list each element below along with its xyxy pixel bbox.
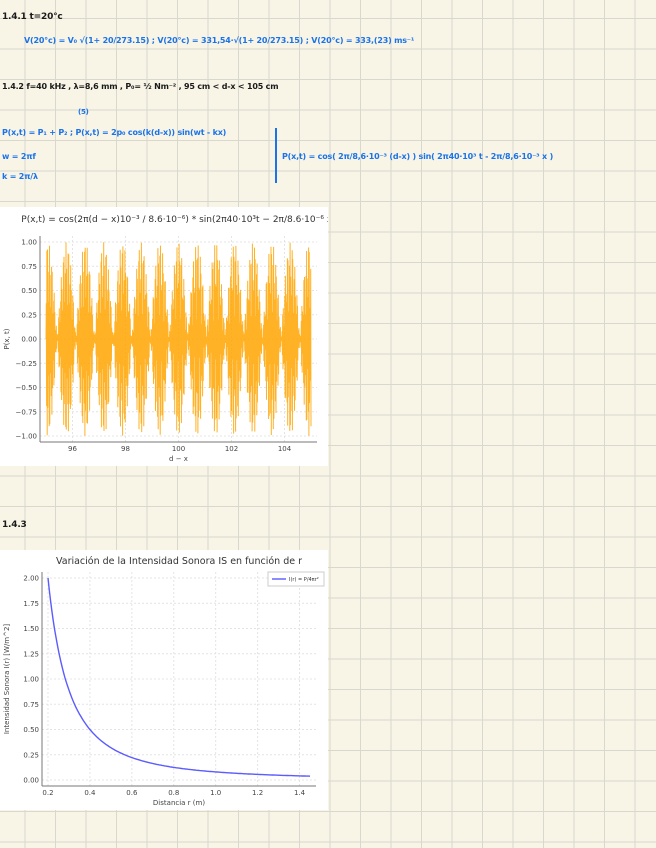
velocity-equation: V(20°c) = V₀ √(1+ 20/273.15) ; V(20°c) =… (24, 36, 415, 45)
omega-equation: w = 2πf (2, 152, 36, 161)
y-tick-label: 1.25 (23, 650, 39, 658)
y-tick-label: 2.00 (23, 575, 39, 583)
y-tick-label: 0.75 (23, 701, 39, 709)
x-tick-label: 0.4 (84, 789, 96, 797)
y-tick-label: 0.50 (23, 726, 39, 734)
x-axis-label: d − x (169, 455, 188, 463)
y-tick-label: 0.00 (23, 777, 39, 785)
x-tick-label: 102 (225, 445, 238, 453)
section-1-4-1-heading: 1.4.1 t=20°c (2, 12, 63, 22)
y-tick-label: 0.25 (21, 311, 37, 319)
y-tick-label: 1.50 (23, 625, 39, 633)
x-tick-label: 0.6 (126, 789, 138, 797)
x-tick-label: 98 (121, 445, 130, 453)
y-axis-label: Intensidad Sonora I(r) [W/m^2] (3, 624, 11, 735)
chart-title: P(x,t) = cos(2π(d − x)10⁻³ / 8.6·10⁻⁶) *… (21, 215, 328, 225)
legend-label: I(r) = P/4πr² (289, 577, 319, 583)
y-tick-label: 0.75 (21, 263, 37, 271)
y-tick-label: 1.00 (23, 676, 39, 684)
brace (275, 128, 277, 183)
y-axis-label: P(x, t) (3, 328, 11, 349)
chart-title: Variación de la Intensidad Sonora IS en … (56, 556, 302, 567)
y-tick-label: 1.00 (21, 239, 37, 247)
intensity-series-line (47, 577, 311, 777)
y-tick-label: 0.00 (21, 336, 37, 344)
wave-series-line (45, 242, 312, 436)
equation-note: (5) (78, 108, 89, 116)
x-axis-label: Distancia r (m) (153, 799, 205, 807)
y-tick-label: 0.50 (21, 287, 37, 295)
y-tick-label: −0.50 (16, 384, 37, 392)
pressure-wave-chart: 96 98 100 102 104 −1.00 −0.75 −0.50 −0.25 0.00 0.2… (0, 207, 336, 466)
y-tick-label: 0.25 (23, 751, 39, 759)
section-1-4-3-heading: 1.4.3 (2, 520, 27, 530)
x-tick-label: 96 (68, 445, 77, 453)
x-tick-label: 0.8 (168, 789, 179, 797)
result-equation: P(x,t) = cos( 2π/8,6·10⁻³ (d-x) ) sin( 2… (282, 152, 554, 161)
x-tick-label: 1.2 (252, 789, 263, 797)
x-tick-label: 1.4 (294, 789, 306, 797)
x-tick-label: 100 (172, 445, 185, 453)
y-tick-label: −0.75 (16, 408, 37, 416)
x-tick-label: 0.2 (42, 789, 53, 797)
y-tick-label: −0.25 (16, 360, 37, 368)
y-tick-label: 1.75 (23, 600, 39, 608)
y-tick-label: −1.00 (16, 433, 37, 441)
x-tick-label: 1.0 (210, 789, 221, 797)
pressure-equation: P(x,t) = P₁ + P₂ ; P(x,t) = 2p₀ cos(k(d-… (2, 128, 227, 137)
x-tick-label: 104 (278, 445, 292, 453)
section-1-4-2-heading: 1.4.2 f=40 kHz , λ=8,6 mm , P₀= ½ Nm⁻² ,… (2, 82, 279, 91)
intensity-chart: 0.2 0.4 0.6 0.8 1.0 1.2 1.4 0.00 0.25 0.50 0.75 1.0… (0, 550, 328, 810)
k-equation: k = 2π/λ (2, 172, 38, 181)
